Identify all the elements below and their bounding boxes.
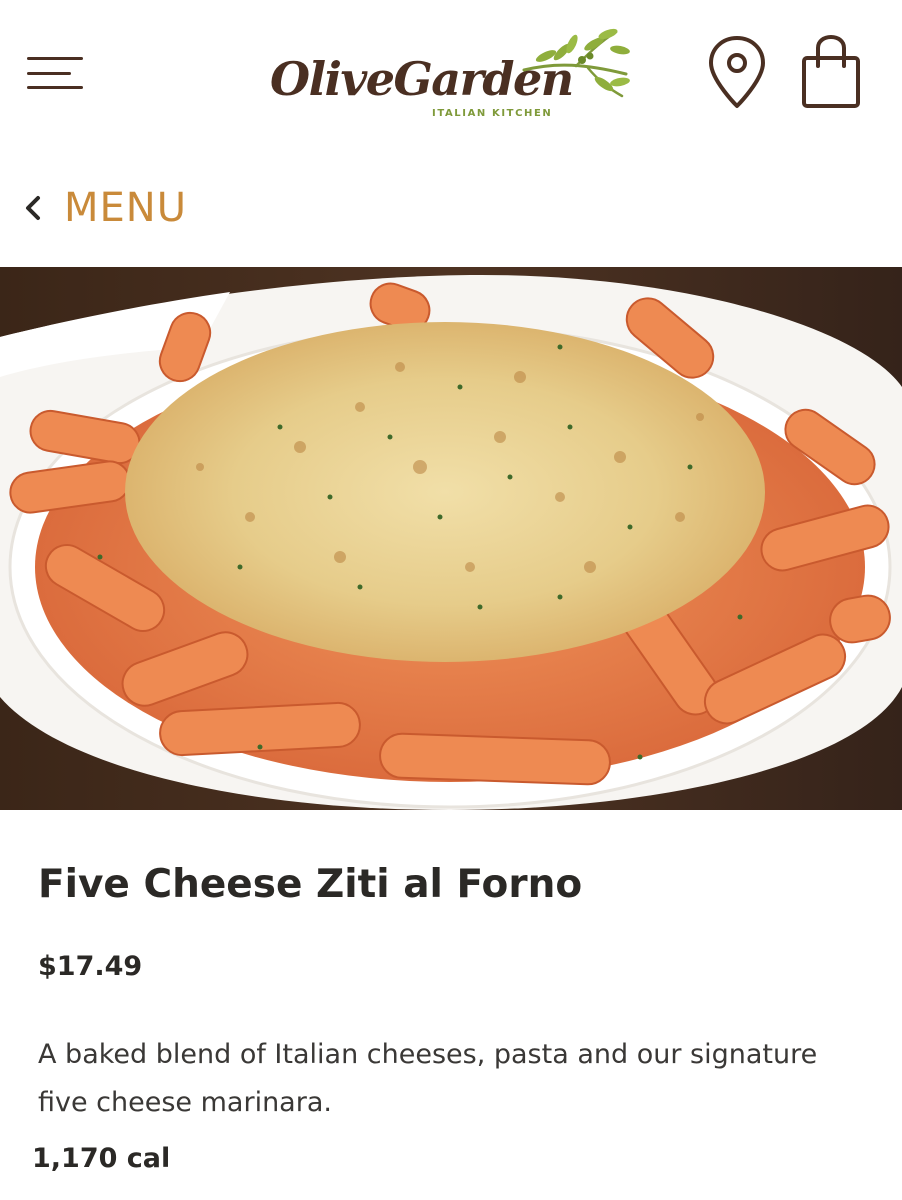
- item-price: $17.49: [38, 951, 143, 982]
- chevron-left-icon: [26, 196, 40, 220]
- item-title: Five Cheese Ziti al Forno: [38, 862, 583, 907]
- hamburger-menu-icon[interactable]: [27, 57, 83, 91]
- back-label: MENU: [64, 185, 187, 231]
- shopping-bag-icon[interactable]: [798, 34, 864, 110]
- item-description: A baked blend of Italian cheeses, pasta …: [38, 1039, 818, 1118]
- site-header: OliveGarden ITALIAN KITCHEN: [0, 0, 902, 150]
- hamburger-line: [27, 57, 83, 60]
- hamburger-line: [27, 72, 71, 75]
- location-pin-icon[interactable]: [706, 34, 768, 110]
- hamburger-line: [27, 86, 83, 89]
- back-to-menu-link[interactable]: MENU: [22, 180, 187, 236]
- dish-photo: [0, 267, 902, 810]
- item-calories: 1,170 cal: [32, 1143, 171, 1174]
- logo-wordmark: OliveGarden: [270, 52, 574, 106]
- olive-garden-logo[interactable]: OliveGarden ITALIAN KITCHEN: [266, 24, 636, 124]
- logo-tagline: ITALIAN KITCHEN: [432, 108, 553, 119]
